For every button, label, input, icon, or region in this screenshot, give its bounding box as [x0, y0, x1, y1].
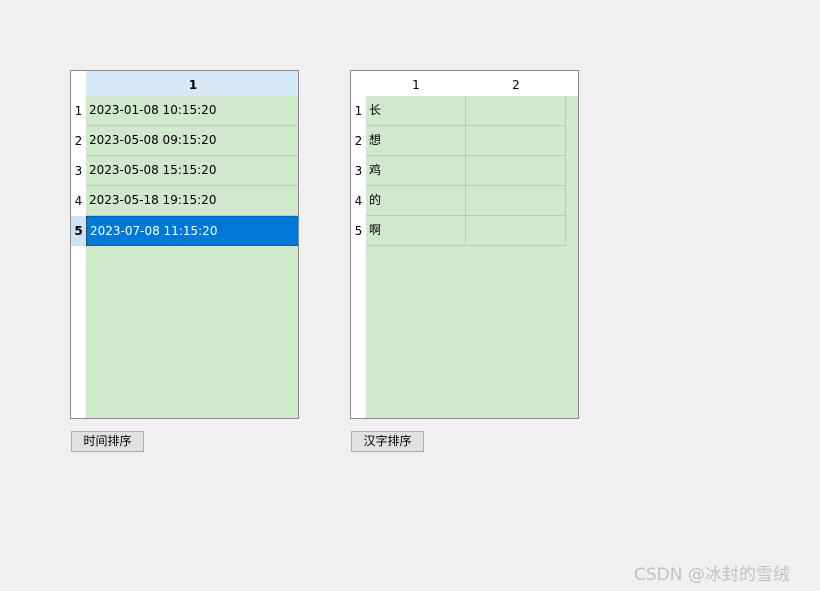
table-cell[interactable]: 2023-05-18 19:15:20 [86, 186, 298, 216]
table-cell[interactable]: 2023-05-08 15:15:20 [86, 156, 298, 186]
row-header-4[interactable]: 4 [71, 186, 86, 216]
sort-by-time-button[interactable]: 时间排序 [71, 431, 144, 452]
sort-ascending-icon: ^ [189, 70, 197, 75]
row-header-5[interactable]: 5 [71, 216, 86, 246]
table-cell[interactable] [466, 126, 566, 156]
column-header-label: 2 [512, 78, 520, 92]
datetime-grid[interactable]: ^ 1 1 2023-01-08 10:15:20 2 2023-05-08 0… [70, 70, 299, 419]
selected-table-cell[interactable]: 2023-07-08 11:15:20 [86, 216, 298, 246]
column-header-1[interactable]: ˇ 1 [366, 71, 466, 96]
column-header-label: 1 [188, 78, 198, 92]
row-header-2[interactable]: 2 [71, 126, 86, 156]
table-cell[interactable]: 的 [366, 186, 466, 216]
table-cell[interactable]: 2023-01-08 10:15:20 [86, 96, 298, 126]
table-cell[interactable] [466, 156, 566, 186]
column-header-1[interactable]: ^ 1 [86, 70, 298, 96]
row-header-5[interactable]: 5 [351, 216, 366, 246]
table-cell[interactable]: 鸡 [366, 156, 466, 186]
sort-by-chinese-button[interactable]: 汉字排序 [351, 431, 424, 452]
table-cell[interactable]: 长 [366, 96, 466, 126]
table-cell[interactable] [466, 96, 566, 126]
table-cell[interactable]: 啊 [366, 216, 466, 246]
column-header-2[interactable]: 2 [466, 71, 566, 96]
table-cell[interactable]: 2023-05-08 09:15:20 [86, 126, 298, 156]
row-header-2[interactable]: 2 [351, 126, 366, 156]
row-header-3[interactable]: 3 [71, 156, 86, 186]
grid-corner[interactable] [71, 71, 86, 96]
table-cell[interactable] [466, 216, 566, 246]
row-header-1[interactable]: 1 [71, 96, 86, 126]
chinese-char-grid[interactable]: ˇ 1 2 1 长 2 想 3 鸡 4 的 5 啊 [350, 70, 579, 419]
header-filler [566, 71, 578, 96]
row-header-1[interactable]: 1 [351, 96, 366, 126]
column-header-label: 1 [412, 78, 420, 92]
table-cell[interactable] [466, 186, 566, 216]
table-cell[interactable]: 想 [366, 126, 466, 156]
watermark: CSDN @冰封的雪绒 [634, 565, 790, 585]
grid-corner[interactable] [351, 71, 366, 96]
sort-descending-icon: ˇ [413, 70, 419, 75]
row-header-3[interactable]: 3 [351, 156, 366, 186]
row-header-4[interactable]: 4 [351, 186, 366, 216]
